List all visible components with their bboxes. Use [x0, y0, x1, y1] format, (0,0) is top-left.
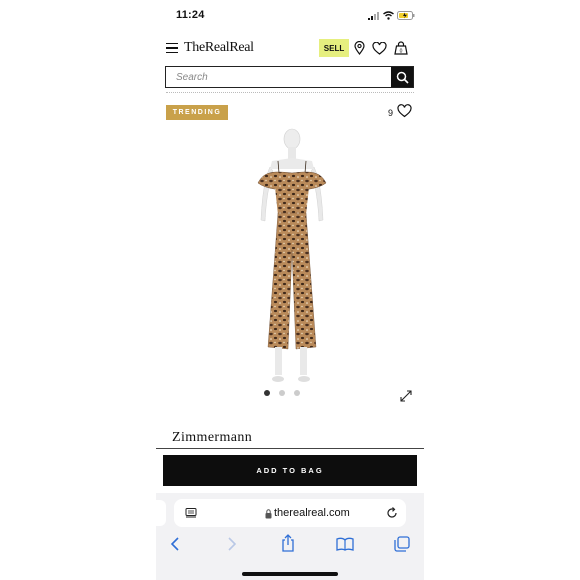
heart-icon[interactable]	[397, 104, 412, 118]
image-carousel-dots[interactable]	[264, 390, 300, 396]
location-pin-icon[interactable]	[354, 41, 365, 55]
status-bar: 11:24	[156, 0, 424, 32]
carousel-dot[interactable]	[279, 390, 285, 396]
search-input[interactable]: Search	[176, 72, 208, 83]
share-icon[interactable]	[281, 534, 295, 552]
heart-icon[interactable]	[372, 42, 387, 55]
forward-icon[interactable]	[227, 536, 237, 552]
browser-toolbar: therealreal.com	[156, 493, 424, 580]
brand-name[interactable]: Zimmermann	[172, 430, 252, 446]
back-icon[interactable]	[170, 536, 180, 552]
lock-icon	[265, 509, 272, 519]
svg-text:0: 0	[400, 49, 403, 55]
breadcrumb[interactable]	[166, 92, 414, 96]
shopping-bag-icon[interactable]: 0	[394, 41, 408, 55]
search-bar[interactable]: Search	[165, 66, 414, 88]
tabs-icon[interactable]	[394, 536, 410, 552]
carousel-dot[interactable]	[294, 390, 300, 396]
reader-icon[interactable]	[185, 508, 197, 519]
battery-icon	[397, 11, 415, 20]
wifi-icon	[383, 11, 394, 20]
signal-icon	[368, 12, 379, 20]
reload-icon[interactable]	[386, 507, 398, 519]
status-time: 11:24	[176, 9, 205, 21]
search-button[interactable]	[391, 67, 413, 87]
divider	[156, 448, 424, 449]
sell-button[interactable]: SELL	[319, 39, 349, 57]
like-count: 9	[388, 108, 394, 118]
expand-icon[interactable]	[399, 389, 413, 403]
carousel-dot[interactable]	[264, 390, 270, 396]
site-logo[interactable]: TheRealReal	[184, 40, 254, 56]
previous-tab-chip[interactable]	[156, 500, 166, 526]
product-image[interactable]	[242, 125, 342, 390]
url-text[interactable]: therealreal.com	[274, 507, 350, 519]
add-to-bag-button[interactable]: ADD TO BAG	[163, 455, 417, 486]
menu-icon[interactable]	[166, 43, 178, 54]
site-header: TheRealReal SELL 0	[156, 36, 424, 62]
address-bar[interactable]: therealreal.com	[174, 499, 406, 527]
bookmarks-icon[interactable]	[336, 537, 354, 551]
home-indicator[interactable]	[242, 572, 338, 576]
search-icon	[396, 71, 409, 84]
phone-screen: 11:24 TheRealReal SELL 0 Search TRENDING…	[156, 0, 424, 580]
trending-badge: TRENDING	[166, 105, 228, 120]
